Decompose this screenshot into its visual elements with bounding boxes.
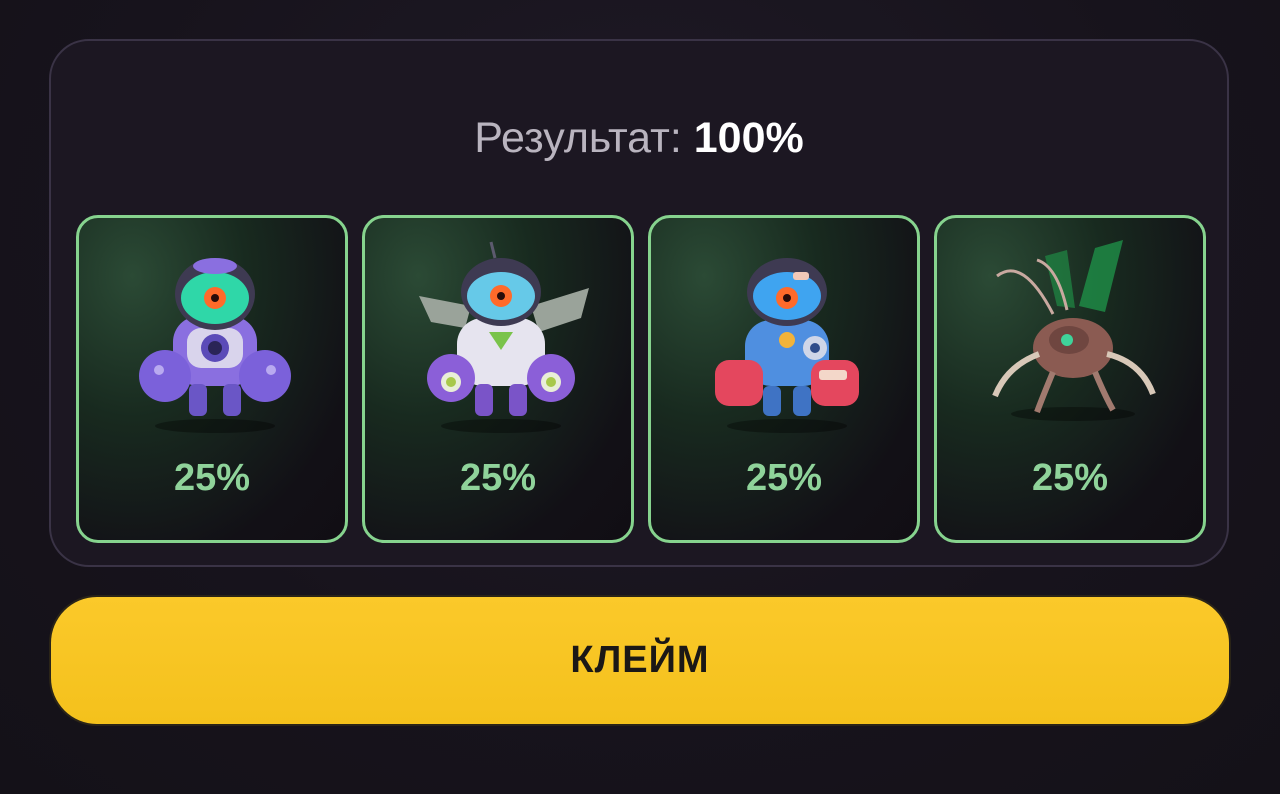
card-percent: 25%: [173, 457, 251, 499]
reward-cards: 25% 25% 25% 25%: [76, 215, 1206, 543]
reward-card-winged-mech[interactable]: 25%: [362, 215, 634, 543]
card-percent: 25%: [745, 457, 823, 499]
result-panel: Результат: 100% 25% 25% 25% 25%: [49, 39, 1229, 567]
result-heading: Результат: 100%: [51, 113, 1227, 163]
claim-button[interactable]: КЛЕЙМ: [51, 597, 1229, 724]
reward-card-blue-red-mech[interactable]: 25%: [648, 215, 920, 543]
game-screen: Результат: 100% 25% 25% 25% 25% КЛЕЙМ: [0, 0, 1280, 794]
card-percent: 25%: [1031, 457, 1109, 499]
result-label: Результат:: [474, 114, 682, 162]
mech-insect-drone-icon: [992, 240, 1156, 421]
reward-card-insect-drone[interactable]: 25%: [934, 215, 1206, 543]
reward-card-purple-mech[interactable]: 25%: [76, 215, 348, 543]
winged-mech-robot-icon: [419, 241, 589, 433]
blue-red-mech-robot-icon: [715, 258, 859, 433]
purple-mech-robot-icon: [139, 258, 291, 433]
result-value: 100%: [693, 114, 804, 162]
card-percent: 25%: [459, 457, 537, 499]
